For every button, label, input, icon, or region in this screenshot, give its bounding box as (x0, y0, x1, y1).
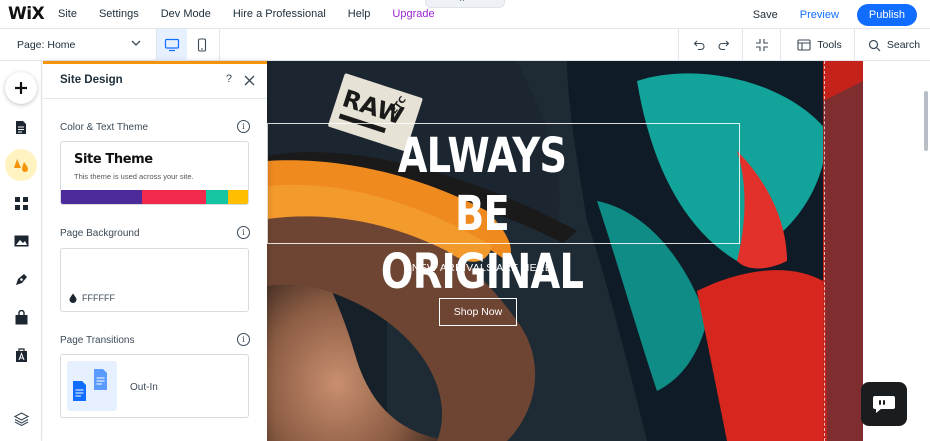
site-theme-title: Site Theme (74, 152, 153, 167)
layers-button[interactable] (5, 403, 37, 435)
pages-icon (16, 120, 26, 134)
top-right-actions: Save Preview Publish (753, 0, 930, 29)
gridline-guide (824, 61, 825, 441)
media-icon (14, 235, 28, 247)
publish-button[interactable]: Publish (856, 3, 917, 26)
menu-upgrade[interactable]: Upgrade (392, 8, 434, 20)
color-text-theme-label: Color & Text Theme (60, 122, 149, 133)
hero-subtitle[interactable]: NEW ARRIVALS ARE HERE (362, 262, 602, 274)
store-icon (15, 309, 27, 324)
business-icon (15, 347, 27, 362)
canvas-scrollbar[interactable] (924, 91, 928, 151)
zoom-out-icon (756, 39, 768, 51)
left-rail (0, 61, 42, 441)
page-selector[interactable]: Page: Home (17, 29, 145, 61)
menu-settings[interactable]: Settings (99, 8, 139, 20)
chat-icon (873, 396, 895, 413)
page-background-label: Page Background (60, 228, 140, 239)
transition-name: Out-In (130, 382, 158, 393)
mobile-view-button[interactable] (187, 29, 217, 61)
site-hero-section[interactable]: RAW ETC ALWAYS BE ORIGINAL NEW ARRIVALS … (267, 61, 863, 441)
info-icon[interactable]: i (237, 226, 250, 239)
page-transitions-card[interactable]: Out-In (60, 354, 249, 418)
info-icon[interactable]: i (237, 333, 250, 346)
search-label: Search (886, 39, 921, 51)
pages-button[interactable] (5, 111, 37, 143)
close-icon[interactable] (244, 75, 255, 86)
background-value: FFFFFF (69, 293, 115, 303)
page-background-card[interactable]: FFFFFF (60, 248, 249, 312)
redo-icon (718, 40, 729, 51)
divider (854, 29, 855, 61)
site-design-panel: Site Design ? Color & Text Theme i Site … (43, 61, 267, 441)
desktop-view-button[interactable] (157, 29, 187, 61)
theme-swatch-1 (61, 190, 142, 204)
theme-color-swatches (61, 190, 248, 204)
hero-title[interactable]: ALWAYS BE ORIGINAL (366, 127, 598, 301)
undo-icon (693, 40, 704, 51)
save-button[interactable]: Save (753, 9, 778, 21)
search-icon (868, 39, 881, 51)
help-icon[interactable]: ? (226, 73, 232, 85)
divider (678, 29, 679, 61)
menu-dev-mode[interactable]: Dev Mode (161, 8, 211, 20)
panel-header: Site Design ? (43, 61, 267, 99)
tools-label: Tools (817, 39, 842, 51)
media-button[interactable] (5, 225, 37, 257)
theme-swatch-4 (227, 190, 248, 204)
background-hex-value: FFFFFF (82, 293, 115, 303)
chevron-down-icon (131, 40, 141, 46)
menu-site[interactable]: Site (58, 8, 77, 20)
design-icon (14, 159, 28, 172)
page-selector-label: Page: Home (17, 39, 76, 51)
divider (742, 29, 743, 61)
pages-transition-icon (73, 369, 107, 401)
page-transitions-label: Page Transitions (60, 335, 135, 346)
redo-button[interactable] (712, 29, 734, 61)
panel-title: Site Design (60, 73, 123, 86)
search-button[interactable]: Search (864, 29, 924, 61)
divider (780, 29, 781, 61)
site-design-button[interactable] (5, 149, 37, 181)
top-bar: WiX Site Settings Dev Mode Hire a Profes… (0, 0, 930, 29)
zoom-out-button[interactable] (750, 29, 774, 61)
menu-hire-professional[interactable]: Hire a Professional (233, 8, 326, 20)
desktop-icon (164, 38, 180, 52)
theme-swatch-3 (205, 190, 228, 204)
site-theme-subtitle: This theme is used across your site. (74, 172, 194, 181)
menu-help[interactable]: Help (348, 8, 371, 20)
add-icon (15, 82, 27, 94)
tools-icon (797, 39, 811, 51)
wix-logo[interactable]: WiX (8, 4, 58, 24)
panel-accent-bar (43, 61, 267, 64)
blog-button[interactable] (5, 263, 37, 295)
tools-button[interactable]: Tools (792, 29, 847, 61)
apps-icon (14, 196, 28, 210)
undo-button[interactable] (688, 29, 710, 61)
site-theme-card[interactable]: Site Theme This theme is used across you… (60, 141, 249, 205)
collapse-toolbar-tab[interactable]: ^ (425, 0, 505, 8)
preview-button[interactable]: Preview (800, 9, 839, 21)
mobile-icon (197, 38, 207, 52)
hero-title-line-1: ALWAYS BE (397, 128, 567, 242)
store-button[interactable] (5, 301, 37, 333)
layers-icon (13, 412, 29, 426)
color-drop-icon (69, 293, 77, 303)
chat-button[interactable] (861, 382, 907, 426)
theme-swatch-2 (141, 190, 206, 204)
shop-now-button[interactable]: Shop Now (439, 298, 517, 326)
apps-button[interactable] (5, 187, 37, 219)
chevron-up-icon: ^ (460, 0, 465, 6)
blog-icon (15, 273, 27, 285)
business-button[interactable] (5, 339, 37, 371)
info-icon[interactable]: i (237, 120, 250, 133)
editor-toolbar: Page: Home Tools Search (0, 29, 930, 61)
top-menu: Site Settings Dev Mode Hire a Profession… (58, 8, 457, 20)
transition-thumbnail (67, 361, 117, 411)
add-elements-button[interactable] (5, 72, 37, 104)
divider (219, 29, 220, 61)
